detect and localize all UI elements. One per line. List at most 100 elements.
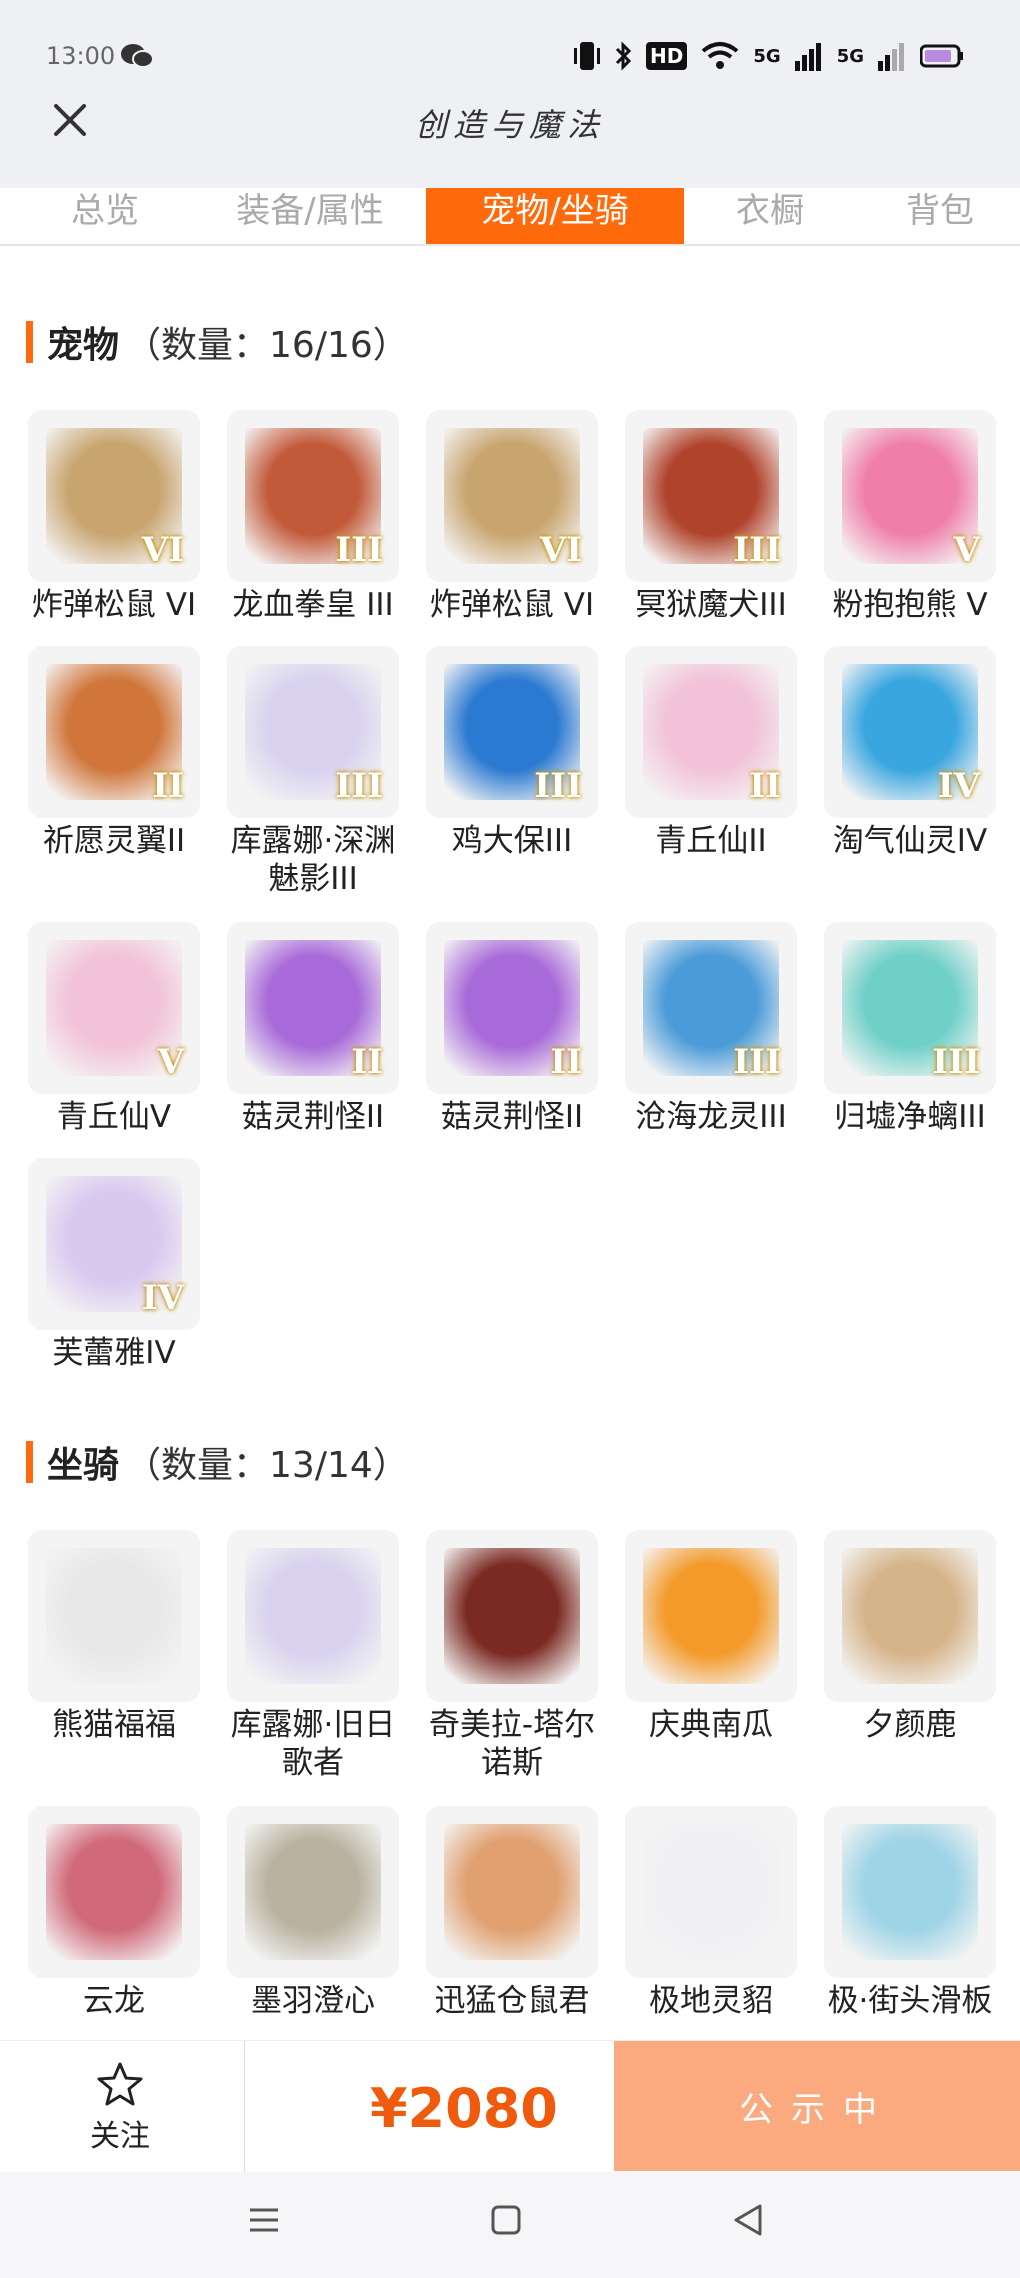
- pet-thumbnail: III: [227, 646, 399, 818]
- mounts-section-count: （数量：13/14）: [125, 1445, 409, 1486]
- pet-label: 芙蕾雅IV: [52, 1335, 176, 1371]
- mount-image: [842, 1824, 978, 1960]
- tab-equipment[interactable]: 装备/属性: [200, 188, 420, 244]
- tier-badge: IV: [937, 766, 980, 806]
- tab-wardrobe[interactable]: 衣橱: [690, 188, 850, 244]
- mount-item[interactable]: 夕颜鹿: [820, 1530, 1000, 1744]
- mount-item[interactable]: 库露娜·旧日歌者: [223, 1530, 403, 1782]
- pet-item[interactable]: IV 淘气仙灵IV: [820, 646, 1000, 860]
- pet-item[interactable]: II 青丘仙II: [621, 646, 801, 860]
- tab-pets-mounts[interactable]: 宠物/坐骑: [426, 188, 684, 244]
- pet-thumbnail: II: [227, 922, 399, 1094]
- pet-item[interactable]: II 菇灵荆怪II: [223, 922, 403, 1136]
- status-button[interactable]: 公示中: [614, 2041, 1020, 2171]
- mount-label: 熊猫福福: [52, 1707, 176, 1743]
- status-icons: HD 5G 5G: [574, 36, 964, 76]
- pet-label: 青丘仙V: [56, 1099, 172, 1135]
- pet-item[interactable]: III 龙血拳皇 III: [223, 410, 403, 624]
- pet-item[interactable]: III 冥狱魔犬III: [621, 410, 801, 624]
- tier-badge: III: [335, 530, 383, 570]
- vibrate-icon: [574, 42, 601, 70]
- tier-badge: III: [335, 766, 383, 806]
- pet-item[interactable]: III 沧海龙灵III: [621, 922, 801, 1136]
- wechat-icon: [121, 44, 154, 68]
- pet-label: 粉抱抱熊 V: [832, 587, 988, 623]
- pet-item[interactable]: VI 炸弹松鼠 VI: [24, 410, 204, 624]
- pet-item[interactable]: II 祈愿灵翼II: [24, 646, 204, 860]
- pet-thumbnail: IV: [28, 1158, 200, 1330]
- bottom-action-bar: 关注 ¥2080 公示中: [0, 2040, 1020, 2173]
- pet-item[interactable]: V 青丘仙V: [24, 922, 204, 1136]
- mounts-section-header: 坐骑 （数量：13/14）: [26, 1440, 409, 1486]
- signal-icon: [794, 43, 821, 71]
- pet-item[interactable]: IV 芙蕾雅IV: [24, 1158, 204, 1372]
- tab-bar: 总览 装备/属性 宠物/坐骑 衣橱 背包: [0, 188, 1020, 246]
- pet-thumbnail: VI: [28, 410, 200, 582]
- menu-icon[interactable]: [244, 2200, 284, 2240]
- section-accent-bar: [26, 1441, 33, 1483]
- pet-thumbnail: V: [824, 410, 996, 582]
- pet-label: 龙血拳皇 III: [232, 587, 394, 623]
- mount-thumbnail: [824, 1806, 996, 1978]
- pet-thumbnail: III: [426, 646, 598, 818]
- mount-item[interactable]: 墨羽澄心: [223, 1806, 403, 2020]
- mount-image: [643, 1824, 779, 1960]
- tab-overview[interactable]: 总览: [20, 188, 190, 244]
- pet-item[interactable]: III 归墟净螭III: [820, 922, 1000, 1136]
- mount-thumbnail: [625, 1806, 797, 1978]
- mount-thumbnail: [625, 1530, 797, 1702]
- tier-badge: IV: [141, 1278, 184, 1318]
- mount-thumbnail: [28, 1530, 200, 1702]
- mount-image: [46, 1548, 182, 1684]
- section-accent-bar: [26, 321, 33, 363]
- pet-item[interactable]: V 粉抱抱熊 V: [820, 410, 1000, 624]
- tier-badge: III: [534, 766, 582, 806]
- pet-label: 炸弹松鼠 VI: [31, 587, 197, 623]
- pets-section-count: （数量：16/16）: [125, 325, 409, 366]
- signal-5g-label-1: 5G: [753, 45, 781, 67]
- pet-item[interactable]: VI 炸弹松鼠 VI: [422, 410, 602, 624]
- pet-item[interactable]: III 库露娜·深渊魅影III: [223, 646, 403, 898]
- pet-thumbnail: II: [28, 646, 200, 818]
- pet-thumbnail: III: [227, 410, 399, 582]
- mount-item[interactable]: 云龙: [24, 1806, 204, 2020]
- mount-label: 迅猛仓鼠君: [434, 1983, 590, 2019]
- pet-item[interactable]: III 鸡大保III: [422, 646, 602, 860]
- tier-badge: III: [733, 530, 781, 570]
- tab-backpack[interactable]: 背包: [860, 188, 1020, 244]
- status-time: 13:00: [46, 42, 116, 70]
- tier-badge: VI: [539, 530, 582, 570]
- home-icon[interactable]: [486, 2200, 526, 2240]
- pet-thumbnail: II: [426, 922, 598, 1094]
- mount-item[interactable]: 极地灵貂: [621, 1806, 801, 2020]
- tier-badge: III: [733, 1042, 781, 1082]
- mount-image: [46, 1824, 182, 1960]
- mount-image: [643, 1548, 779, 1684]
- mount-item[interactable]: 极·街头滑板: [820, 1806, 1000, 2020]
- system-nav-bar: [0, 2172, 1020, 2278]
- mount-thumbnail: [824, 1530, 996, 1702]
- mount-label: 夕颜鹿: [863, 1707, 957, 1743]
- follow-button[interactable]: 关注: [70, 2061, 170, 2155]
- page-title: 创造与魔法: [414, 106, 605, 144]
- signal-icon: [878, 43, 904, 71]
- pet-label: 淘气仙灵IV: [832, 823, 988, 859]
- pet-label: 炸弹松鼠 VI: [429, 587, 595, 623]
- mount-label: 墨羽澄心: [251, 1983, 375, 2019]
- mount-item[interactable]: 奇美拉-塔尔诺斯: [422, 1530, 602, 1782]
- pet-item[interactable]: II 菇灵荆怪II: [422, 922, 602, 1136]
- pet-label: 冥狱魔犬III: [635, 587, 787, 623]
- mount-label: 极·街头滑板: [827, 1983, 993, 2019]
- bluetooth-icon: [615, 41, 632, 71]
- tier-badge: II: [351, 1042, 383, 1082]
- mount-image: [245, 1548, 381, 1684]
- mount-item[interactable]: 庆典南瓜: [621, 1530, 801, 1744]
- hd-badge: HD: [646, 42, 688, 70]
- tier-badge: V: [953, 530, 980, 570]
- pets-section-title: 宠物: [47, 325, 120, 366]
- back-icon[interactable]: [728, 2200, 768, 2240]
- mount-item[interactable]: 熊猫福福: [24, 1530, 204, 1744]
- mount-item[interactable]: 迅猛仓鼠君: [422, 1806, 602, 2020]
- tier-badge: V: [157, 1042, 184, 1082]
- mount-image: [245, 1824, 381, 1960]
